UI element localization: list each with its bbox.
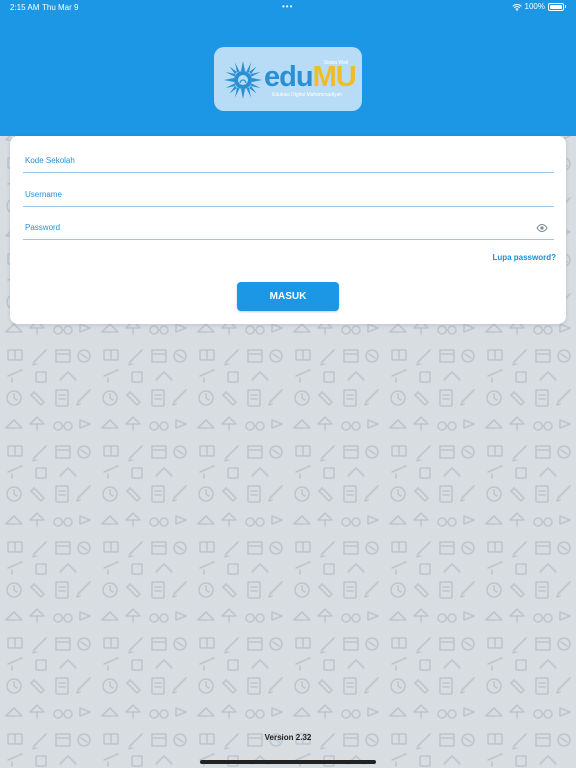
school-code-input[interactable] <box>23 149 554 172</box>
status-bar: 2:15 AM Thu Mar 9 ••• 100% <box>0 0 576 14</box>
brand-tagline: Edukasi Digital Muhammadiyah <box>272 92 343 98</box>
status-right: 100% <box>512 2 566 11</box>
login-card: Lupa password? MASUK <box>10 136 566 324</box>
multitask-dots-icon[interactable]: ••• <box>282 2 293 11</box>
battery-percent: 100% <box>524 2 545 11</box>
status-date: Thu Mar 9 <box>42 3 79 12</box>
eye-icon[interactable] <box>536 223 548 233</box>
login-button[interactable]: MASUK <box>237 282 339 311</box>
battery-icon <box>548 2 564 11</box>
app-logo: eduMU Siswa Wali Edukasi Digital Muhamma… <box>214 47 362 111</box>
brand-subtitle: Siswa Wali <box>323 60 348 66</box>
home-indicator[interactable] <box>200 760 376 764</box>
brand-edu: edu <box>264 61 314 93</box>
password-field <box>23 216 554 240</box>
username-input[interactable] <box>23 183 554 206</box>
status-time: 2:15 AM <box>10 3 40 12</box>
school-code-field <box>23 149 554 173</box>
password-input[interactable] <box>23 216 554 239</box>
sun-emblem-icon <box>224 61 262 99</box>
header-banner: 2:15 AM Thu Mar 9 ••• 100% eduMU Siswa W… <box>0 0 576 136</box>
username-field <box>23 183 554 207</box>
battery-tip <box>565 5 566 8</box>
wifi-icon <box>512 3 522 11</box>
forgot-password-link[interactable]: Lupa password? <box>492 253 556 262</box>
app-version: Version 2.32 <box>264 733 312 742</box>
